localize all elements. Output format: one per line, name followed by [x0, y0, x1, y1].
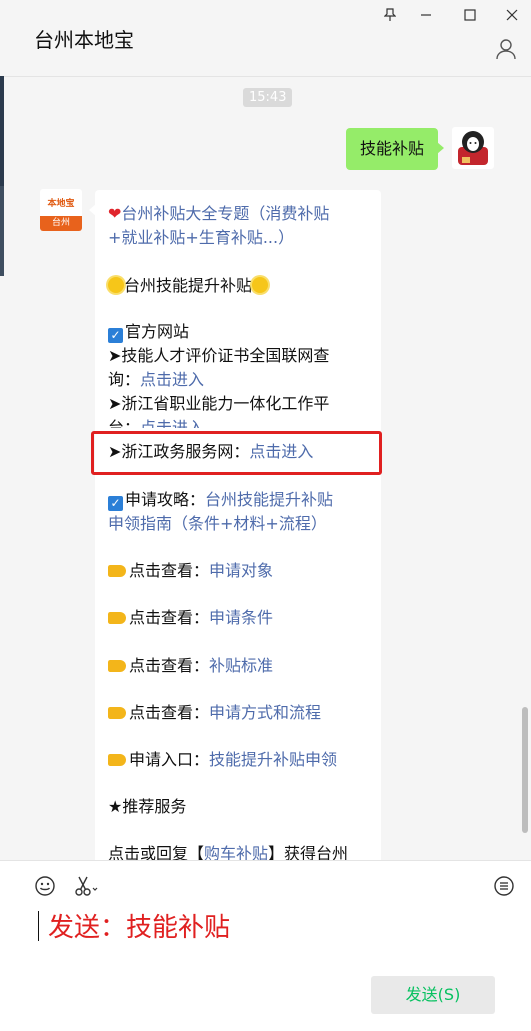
entry-prefix: 申请入口：	[129, 750, 210, 769]
send-button[interactable]: 发送(S)	[371, 976, 495, 1014]
bot-city-label: 台州	[40, 216, 82, 231]
link-subsidy-standard[interactable]: 补贴标准	[209, 656, 273, 675]
chat-history-icon[interactable]	[492, 874, 516, 898]
chat-area[interactable]: 15:43 技能补贴 本地宝 台州 ❤台州补贴大全专题（消费补贴 +就业补贴+生…	[0, 77, 531, 860]
item-text: 台：	[108, 418, 141, 428]
official-site-heading: ✓ 官方网站	[108, 320, 189, 344]
pointing-hand-icon	[108, 754, 126, 766]
section-title-text: 台州技能提升补贴	[124, 276, 253, 295]
reply-line[interactable]: ❤台州补贴大全专题（消费补贴	[108, 202, 329, 226]
title-bar: 台州本地宝	[0, 0, 531, 77]
link-apply-entry[interactable]: 技能提升补贴申领	[209, 750, 337, 769]
reply-line: 点击或回复【购车补贴】获得台州	[108, 842, 348, 860]
highlight-box	[91, 431, 382, 475]
recommend-heading: ★推荐服务	[108, 797, 187, 816]
my-avatar[interactable]	[452, 127, 494, 169]
message-input[interactable]: 发送：技能补贴	[48, 911, 230, 945]
section-title: 台州技能提升补贴	[108, 274, 269, 298]
reply-line: 申领指南（条件+材料+流程）	[108, 512, 327, 536]
reply-line: ➤技能人才评价证书全国联网查	[108, 344, 329, 368]
official-site-text: 官方网站	[125, 322, 190, 341]
reply-line[interactable]: +就业补贴+生育补贴...）	[108, 226, 294, 250]
pointing-hand-icon	[108, 707, 126, 719]
item-text: 询：	[108, 370, 141, 389]
reply-line: 点击查看：申请条件	[108, 606, 273, 630]
maximize-icon[interactable]	[456, 4, 484, 26]
guide-link[interactable]: 台州技能提升补贴	[205, 490, 333, 509]
chat-scrollbar[interactable]	[522, 707, 528, 833]
reply-line: 点击查看：补贴标准	[108, 654, 273, 678]
heart-icon: ❤	[108, 204, 122, 223]
bot-logo: 本地宝	[47, 199, 75, 209]
guide-label: 申请攻略：	[125, 490, 206, 509]
item-text: ➤技能人才评价证书全国联网查	[108, 346, 330, 365]
view-prefix: 点击查看：	[129, 703, 210, 722]
view-prefix: 点击查看：	[129, 608, 210, 627]
item-text: 】获得台州	[268, 844, 349, 860]
text-cursor	[38, 911, 39, 941]
emoji-icon[interactable]	[33, 874, 57, 898]
sun-icon	[108, 277, 124, 293]
click-enter-link[interactable]: 点击进入	[140, 370, 204, 389]
user-profile-icon[interactable]	[495, 38, 517, 60]
bot-avatar[interactable]: 本地宝 台州	[40, 189, 82, 231]
my-message-bubble[interactable]: 技能补贴	[346, 128, 445, 170]
reply-line: 点击查看：申请方式和流程	[108, 701, 321, 725]
scissors-icon[interactable]	[74, 874, 98, 898]
reply-line: ➤浙江省职业能力一体化工作平	[108, 392, 329, 416]
minimize-icon[interactable]	[412, 4, 440, 26]
link-apply-conditions[interactable]: 申请条件	[209, 608, 273, 627]
guide-link[interactable]: 申领指南（条件+材料+流程）	[108, 514, 327, 533]
reply-line: 点击查看：申请对象	[108, 559, 273, 583]
click-enter-link[interactable]: 点击进入	[140, 418, 204, 428]
pointing-hand-icon	[108, 660, 126, 672]
pin-icon[interactable]	[376, 4, 404, 26]
pointing-hand-icon	[108, 612, 126, 624]
reply-line: 台：点击进入	[108, 416, 204, 428]
sun-icon	[252, 277, 269, 293]
chat-title: 台州本地宝	[34, 28, 134, 52]
view-prefix: 点击查看：	[129, 656, 210, 675]
reply-line: 申请入口：技能提升补贴申领	[108, 748, 337, 772]
item-text: 点击或回复【	[108, 844, 205, 860]
view-prefix: 点击查看：	[129, 561, 210, 580]
pointing-hand-icon	[108, 565, 126, 577]
reply-line: ✓ 申请攻略：台州技能提升补贴	[108, 488, 333, 512]
checkbox-icon: ✓	[108, 496, 123, 511]
bot-reply-bubble: ❤台州补贴大全专题（消费补贴 +就业补贴+生育补贴...） 台州技能提升补贴 ✓…	[89, 190, 381, 860]
item-text: ➤浙江省职业能力一体化工作平	[108, 394, 330, 413]
link-apply-object[interactable]: 申请对象	[209, 561, 273, 580]
car-subsidy-link[interactable]: 购车补贴	[204, 844, 268, 860]
topic-link[interactable]: 台州补贴大全专题（消费补贴	[121, 204, 329, 223]
message-timestamp: 15:43	[243, 88, 293, 107]
close-icon[interactable]	[498, 4, 526, 26]
link-apply-process[interactable]: 申请方式和流程	[209, 703, 321, 722]
reply-line: 询：点击进入	[108, 368, 204, 392]
checkbox-icon: ✓	[108, 328, 123, 343]
topic-link[interactable]: +就业补贴+生育补贴...）	[108, 228, 294, 247]
